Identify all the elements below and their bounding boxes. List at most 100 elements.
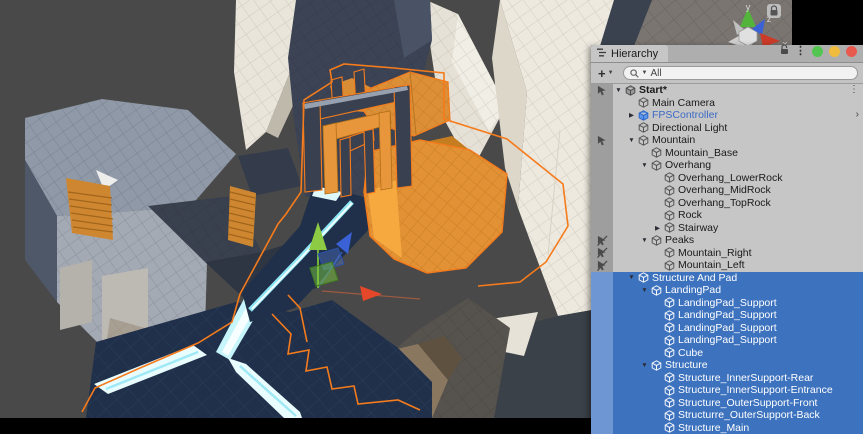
row-label: Structure_Main (675, 422, 749, 434)
pick-toggle[interactable] (591, 384, 613, 397)
pick-toggle[interactable] (591, 197, 613, 210)
expand-arrow-icon[interactable]: ▼ (626, 137, 637, 144)
hierarchy-row-directional-light[interactable]: Directional Light (591, 122, 863, 135)
hierarchy-row-overhang[interactable]: ▼ Overhang (591, 159, 863, 172)
pick-toggle[interactable] (591, 297, 613, 310)
expand-arrow-icon[interactable]: ▼ (639, 287, 650, 294)
hierarchy-row-landingpad-support[interactable]: LandingPad_Support (591, 334, 863, 347)
pick-toggle[interactable] (591, 359, 613, 372)
traffic-light-green[interactable] (812, 46, 823, 57)
pick-toggle[interactable] (591, 159, 613, 172)
pick-toggle[interactable] (591, 97, 613, 110)
row-label: Structure And Pad (649, 272, 737, 284)
pick-toggle[interactable] (591, 322, 613, 335)
hierarchy-row-mountain[interactable]: ▼ Mountain (591, 134, 863, 147)
pick-toggle[interactable] (591, 309, 613, 322)
hierarchy-row-rock[interactable]: Rock (591, 209, 863, 222)
hierarchy-row-overhang-toprock[interactable]: Overhang_TopRock (591, 197, 863, 210)
hierarchy-row-cube[interactable]: Cube (591, 347, 863, 360)
indent (613, 140, 626, 141)
hierarchy-row-start-[interactable]: ▼ Start* ⋮ (591, 84, 863, 97)
traffic-light-red[interactable] (846, 46, 857, 57)
hierarchy-panel: Hierarchy ⋮ + ▼ ▼ All ▼ S (591, 45, 863, 434)
gameobject-icon (663, 347, 675, 359)
hierarchy-row-structure-innersupport-entrance[interactable]: Structure_InnerSupport-Entrance (591, 384, 863, 397)
hierarchy-row-peaks[interactable]: ▼ Peaks (591, 234, 863, 247)
panel-menu-icon[interactable]: ⋮ (795, 46, 806, 56)
pick-toggle[interactable] (591, 334, 613, 347)
hierarchy-row-structure[interactable]: ▼ Structure (591, 359, 863, 372)
pick-toggle[interactable] (591, 84, 613, 97)
indent (613, 315, 652, 316)
expand-arrow-icon[interactable]: ▼ (626, 274, 637, 281)
row-label: Overhang_MidRock (675, 184, 771, 196)
hierarchy-row-landingpad[interactable]: ▼ LandingPad (591, 284, 863, 297)
prefab-chevron-icon[interactable]: › (856, 110, 859, 120)
pick-toggle[interactable] (591, 147, 613, 160)
hierarchy-row-mountain-right[interactable]: Mountain_Right (591, 247, 863, 260)
expand-arrow-icon[interactable]: ▼ (639, 162, 650, 169)
expand-arrow-icon[interactable]: ▶ (652, 224, 663, 232)
chevron-down-icon: ▼ (608, 70, 614, 76)
hierarchy-row-structure-and-pad[interactable]: ▼ Structure And Pad (591, 272, 863, 285)
pick-toggle[interactable] (591, 109, 613, 122)
indent (613, 165, 639, 166)
hierarchy-row-landingpad-support[interactable]: LandingPad_Support (591, 309, 863, 322)
hierarchy-row-overhang-lowerrock[interactable]: Overhang_LowerRock (591, 172, 863, 185)
gameobject-icon (637, 122, 649, 134)
gameobject-icon (663, 197, 675, 209)
scene-lock-icon[interactable] (767, 4, 781, 18)
lock-icon[interactable] (780, 42, 789, 60)
hierarchy-row-structure-main[interactable]: Structure_Main (591, 422, 863, 434)
indent (613, 152, 639, 153)
gameobject-icon (663, 209, 675, 221)
row-label: LandingPad_Support (675, 309, 777, 321)
pick-toggle[interactable] (591, 234, 613, 247)
pick-toggle[interactable] (591, 259, 613, 272)
expand-arrow-icon[interactable]: ▼ (613, 87, 624, 94)
indent (613, 302, 652, 303)
indent (613, 252, 652, 253)
tab-hierarchy[interactable]: Hierarchy (591, 45, 668, 62)
hierarchy-panel-icon (597, 48, 607, 60)
pick-toggle[interactable] (591, 422, 613, 434)
scene-options-icon[interactable]: ⋮ (849, 85, 859, 95)
pick-toggle[interactable] (591, 184, 613, 197)
search-filter-caret-icon: ▼ (642, 70, 648, 76)
pick-toggle[interactable] (591, 409, 613, 422)
pick-toggle[interactable] (591, 347, 613, 360)
hierarchy-row-fpscontroller[interactable]: ▶ FPSController › (591, 109, 863, 122)
pick-toggle[interactable] (591, 284, 613, 297)
hierarchy-row-mountain-base[interactable]: Mountain_Base (591, 147, 863, 160)
expand-arrow-icon[interactable]: ▼ (639, 237, 650, 244)
pick-toggle[interactable] (591, 272, 613, 285)
expand-arrow-icon[interactable]: ▼ (639, 362, 650, 369)
indent (613, 402, 652, 403)
pick-toggle[interactable] (591, 397, 613, 410)
expand-arrow-icon[interactable]: ▶ (626, 111, 637, 119)
pick-toggle[interactable] (591, 222, 613, 235)
row-label: Mountain_Left (675, 259, 745, 271)
hierarchy-row-overhang-midrock[interactable]: Overhang_MidRock (591, 184, 863, 197)
gameobject-icon (663, 222, 675, 234)
search-input[interactable]: ▼ All (623, 66, 858, 80)
row-label: Structure_InnerSupport-Entrance (675, 384, 833, 396)
hierarchy-row-landingpad-support[interactable]: LandingPad_Support (591, 322, 863, 335)
traffic-light-yellow[interactable] (829, 46, 840, 57)
hierarchy-row-landingpad-support[interactable]: LandingPad_Support (591, 297, 863, 310)
hierarchy-row-structure-innersupport-rear[interactable]: Structure_InnerSupport-Rear (591, 372, 863, 385)
pick-toggle[interactable] (591, 134, 613, 147)
hierarchy-row-structurre-outersupport-back[interactable]: Structurre_OuterSupport-Back (591, 409, 863, 422)
pick-toggle[interactable] (591, 122, 613, 135)
add-button[interactable]: + ▼ (596, 66, 616, 81)
hierarchy-row-main-camera[interactable]: Main Camera (591, 97, 863, 110)
pick-toggle[interactable] (591, 209, 613, 222)
hierarchy-row-structure-outersupport-front[interactable]: Structure_OuterSupport-Front (591, 397, 863, 410)
pick-toggle[interactable] (591, 247, 613, 260)
hierarchy-row-mountain-left[interactable]: Mountain_Left (591, 259, 863, 272)
row-label: Mountain (649, 134, 695, 146)
pick-toggle[interactable] (591, 172, 613, 185)
row-label: Directional Light (649, 122, 727, 134)
pick-toggle[interactable] (591, 372, 613, 385)
hierarchy-row-stairway[interactable]: ▶ Stairway (591, 222, 863, 235)
